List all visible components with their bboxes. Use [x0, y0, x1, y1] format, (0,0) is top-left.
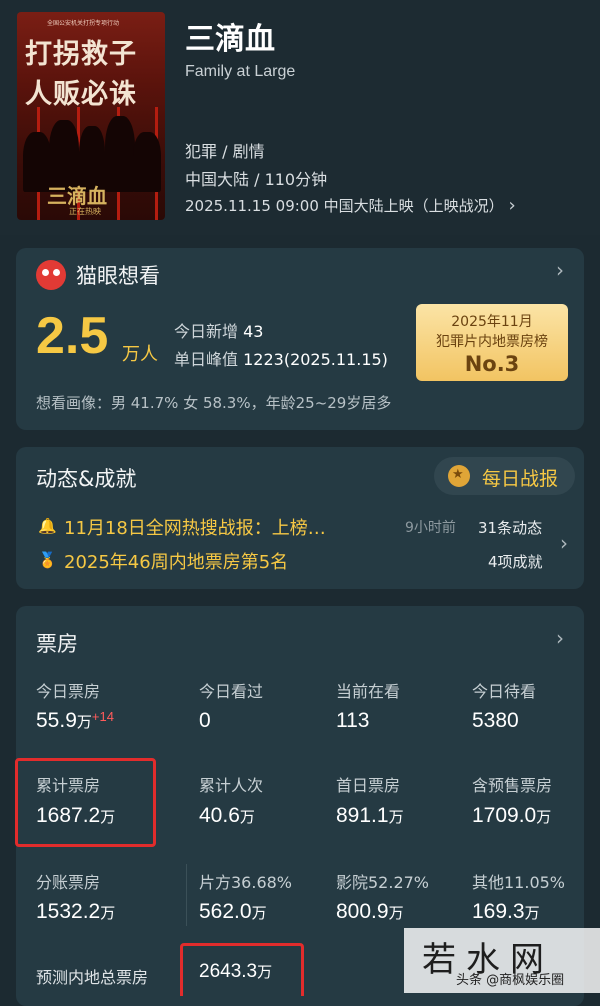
- want-to-see-card[interactable]: 猫眼想看 › 2.5 万人 今日新增 43 单日峰值 1223(2025.11.…: [16, 248, 584, 430]
- stat-number: 562.0: [199, 900, 252, 923]
- movie-header: 全国公安机关打拐专项行动 打拐救子 人贩必诛 三滴血 正在热映 三滴血 Fami…: [0, 0, 600, 235]
- news-item-text[interactable]: 11月18日全网热搜战报：上榜…: [64, 514, 326, 540]
- stat-number: 800.9: [336, 900, 389, 923]
- watermark-source: 头条 @商枫娱乐圈: [456, 973, 565, 988]
- divider: [186, 864, 187, 926]
- stat-label: 今日看过: [199, 682, 264, 701]
- achievement-count[interactable]: 4项成就: [488, 551, 543, 572]
- want-count: 2.5: [36, 307, 109, 365]
- stat-unit: 万: [524, 905, 540, 922]
- poster-subtitle: 正在热映: [69, 207, 101, 216]
- news-card-title: 动态&成就: [36, 467, 137, 491]
- forecast-label: 预测内地总票房: [36, 968, 149, 987]
- today-add-label: 今日新增: [174, 322, 239, 341]
- poster-title: 三滴血: [47, 184, 107, 208]
- news-count[interactable]: 31条动态: [478, 517, 542, 538]
- stat-number: 55.9: [36, 709, 77, 732]
- medal-icon: 🏅: [38, 551, 57, 569]
- stat-unit: 万: [251, 905, 267, 922]
- peak-label: 单日峰值: [174, 350, 239, 369]
- stat-label: 片方36.68%: [199, 873, 293, 892]
- achievement-item-text[interactable]: 2025年46周内地票房第5名: [64, 548, 288, 574]
- stat-label: 影院52.27%: [336, 873, 430, 892]
- poster-figure: [105, 116, 135, 192]
- chevron-right-icon[interactable]: ›: [556, 258, 564, 282]
- stat-label: 当前在看: [336, 682, 401, 701]
- rank-value: No.3: [464, 352, 520, 376]
- stat-unit: 万: [100, 905, 116, 922]
- stat-number: 169.3: [472, 900, 525, 923]
- poster-figure: [133, 132, 161, 192]
- stat-label: 今日待看: [472, 682, 537, 701]
- today-add-value: 43: [243, 322, 264, 341]
- stat-label: 其他11.05%: [472, 873, 566, 892]
- stat-increase: +14: [91, 709, 114, 724]
- poster-slogan-1: 打拐救子: [25, 39, 137, 70]
- movie-region-duration: 中国大陆 / 110分钟: [185, 170, 328, 189]
- movie-poster[interactable]: 全国公安机关打拐专项行动 打拐救子 人贩必诛 三滴血 正在热映: [17, 12, 165, 220]
- want-card-title: 猫眼想看: [76, 264, 160, 288]
- movie-title: 三滴血: [185, 22, 275, 57]
- stat-unit: 万: [388, 905, 404, 922]
- stat-value: 5380: [472, 709, 519, 732]
- poster-top-text: 全国公安机关打拐专项行动: [47, 20, 120, 27]
- stat-unit: 万: [536, 809, 552, 826]
- stat-value: 40.6万: [199, 804, 255, 828]
- highlight-box: [15, 758, 156, 847]
- watermark: 若水网 头条 @商枫娱乐圈: [404, 928, 600, 993]
- stat-value: 1709.0万: [472, 804, 551, 828]
- medal-icon: [448, 465, 470, 487]
- news-achievements-card[interactable]: 动态&成就 每日战报 🔔 11月18日全网热搜战报：上榜… 9小时前 31条动态…: [16, 447, 584, 589]
- stat-unit: 万: [388, 809, 404, 826]
- stat-number: 1532.2: [36, 900, 101, 923]
- stat-unit: 万: [76, 714, 92, 731]
- daily-report-label: 每日战报: [482, 468, 559, 490]
- stat-value: 800.9万: [336, 900, 404, 924]
- chevron-right-icon[interactable]: ›: [556, 626, 564, 650]
- want-count-unit: 万人: [122, 344, 158, 365]
- maoyan-cat-icon: [36, 260, 66, 290]
- stat-number: 891.1: [336, 804, 389, 827]
- today-box-office-value: 55.9万+14: [36, 709, 114, 733]
- today-add-stat: 今日新增 43: [174, 318, 263, 342]
- stat-value: 562.0万: [199, 900, 267, 924]
- chevron-right-icon: ›: [508, 195, 516, 216]
- stat-label: 含预售票房: [472, 776, 553, 795]
- movie-genre: 犯罪 / 剧情: [185, 142, 265, 161]
- rank-badge[interactable]: 2025年11月 犯罪片内地票房榜 No.3: [416, 304, 568, 381]
- stat-label: 分账票房: [36, 873, 101, 892]
- release-text: 2025.11.15 09:00 中国大陆上映（上映战况）: [185, 197, 504, 215]
- poster-slogan-2: 人贩必诛: [25, 79, 137, 110]
- stat-number: 1709.0: [472, 804, 537, 827]
- stat-value: 113: [336, 709, 370, 732]
- audience-profile: 想看画像：男 41.7% 女 58.3%，年龄25~29岁居多: [36, 394, 392, 412]
- bell-icon: 🔔: [38, 517, 57, 535]
- stat-value: 169.3万: [472, 900, 540, 924]
- stat-label: 首日票房: [336, 776, 401, 795]
- stat-label: 今日票房: [36, 682, 101, 701]
- stat-value: 1532.2万: [36, 900, 115, 924]
- movie-english-title: Family at Large: [185, 63, 296, 80]
- stat-number: 40.6: [199, 804, 240, 827]
- rank-period: 2025年11月: [451, 314, 533, 330]
- peak-value: 1223(2025.11.15): [243, 350, 388, 369]
- stat-label: 累计人次: [199, 776, 264, 795]
- chevron-right-icon[interactable]: ›: [560, 531, 568, 555]
- stat-unit: 万: [239, 809, 255, 826]
- movie-release-link[interactable]: 2025.11.15 09:00 中国大陆上映（上映战况） ›: [185, 195, 516, 216]
- daily-report-button[interactable]: 每日战报: [434, 457, 575, 495]
- box-office-title: 票房: [36, 632, 78, 656]
- rank-list-name: 犯罪片内地票房榜: [436, 334, 548, 350]
- stat-value: 891.1万: [336, 804, 404, 828]
- stat-value: 0: [199, 709, 211, 732]
- news-item-time: 9小时前: [405, 520, 456, 536]
- peak-stat: 单日峰值 1223(2025.11.15): [174, 346, 388, 370]
- highlight-box: [180, 943, 304, 996]
